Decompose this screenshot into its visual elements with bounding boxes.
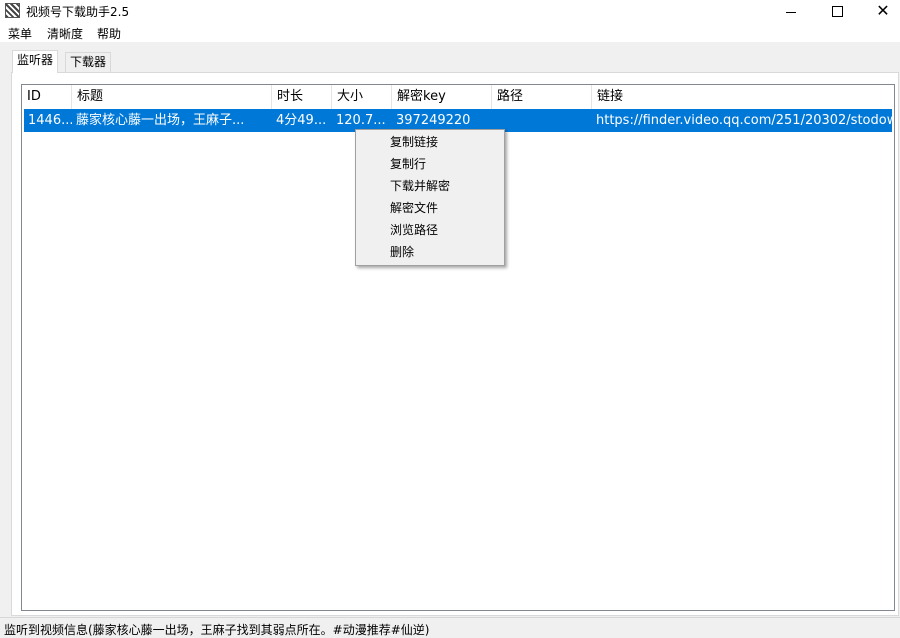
cell-link: https://finder.video.qq.com/251/20302/st…: [596, 113, 892, 128]
app-icon: [5, 3, 20, 18]
context-menu-delete[interactable]: 删除: [390, 241, 414, 263]
cell-path: [492, 109, 590, 132]
context-menu-decrypt-file[interactable]: 解密文件: [390, 197, 438, 219]
menu-item-help[interactable]: 帮助: [97, 25, 121, 42]
context-menu: 复制链接 复制行 下载并解密 解密文件 浏览路径 删除: [355, 129, 505, 266]
maximize-icon: [831, 5, 843, 17]
title-bar[interactable]: 视频号下载助手2.5 ✕: [0, 0, 900, 22]
minimize-button[interactable]: [768, 0, 814, 22]
column-header-size[interactable]: 大小: [332, 85, 392, 109]
context-menu-copy-row[interactable]: 复制行: [390, 153, 426, 175]
menu-item-menu[interactable]: 菜单: [8, 25, 32, 42]
tab-listener[interactable]: 监听器: [12, 50, 59, 73]
maximize-button[interactable]: [814, 0, 860, 22]
cell-id: 1446...: [28, 113, 72, 128]
context-menu-download-decrypt[interactable]: 下载并解密: [390, 175, 450, 197]
menu-bar: 菜单 清晰度 帮助: [0, 22, 900, 42]
close-icon: ✕: [876, 1, 890, 20]
context-menu-browse-path[interactable]: 浏览路径: [390, 219, 438, 241]
column-header-key[interactable]: 解密key: [392, 85, 492, 109]
status-text: 监听到视频信息(藤家核心藤一出场，王麻子找到其弱点所在。#动漫推荐#仙逆): [4, 623, 430, 637]
cell-duration: 4分49...: [276, 113, 327, 128]
status-bar: 监听到视频信息(藤家核心藤一出场，王麻子找到其弱点所在。#动漫推荐#仙逆): [0, 617, 900, 638]
column-header-duration[interactable]: 时长: [272, 85, 332, 109]
context-menu-copy-link[interactable]: 复制链接: [390, 131, 438, 153]
column-header-title[interactable]: 标题: [72, 85, 272, 109]
cell-title: 藤家核心藤一出场，王麻子...: [76, 113, 245, 128]
menu-item-quality[interactable]: 清晰度: [47, 25, 83, 42]
list-header: ID 标题 时长 大小 解密key 路径 链接: [22, 85, 894, 109]
minimize-icon: [786, 11, 796, 13]
window-title: 视频号下载助手2.5: [26, 5, 130, 19]
column-header-path[interactable]: 路径: [492, 85, 592, 109]
close-button[interactable]: ✕: [860, 0, 900, 22]
column-header-id[interactable]: ID: [22, 85, 72, 109]
column-header-link[interactable]: 链接: [592, 85, 894, 109]
app-window: 视频号下载助手2.5 ✕ 菜单 清晰度 帮助 监听器 下载器 ID 标题 时长 …: [0, 0, 900, 638]
tab-downloader[interactable]: 下载器: [65, 52, 112, 72]
